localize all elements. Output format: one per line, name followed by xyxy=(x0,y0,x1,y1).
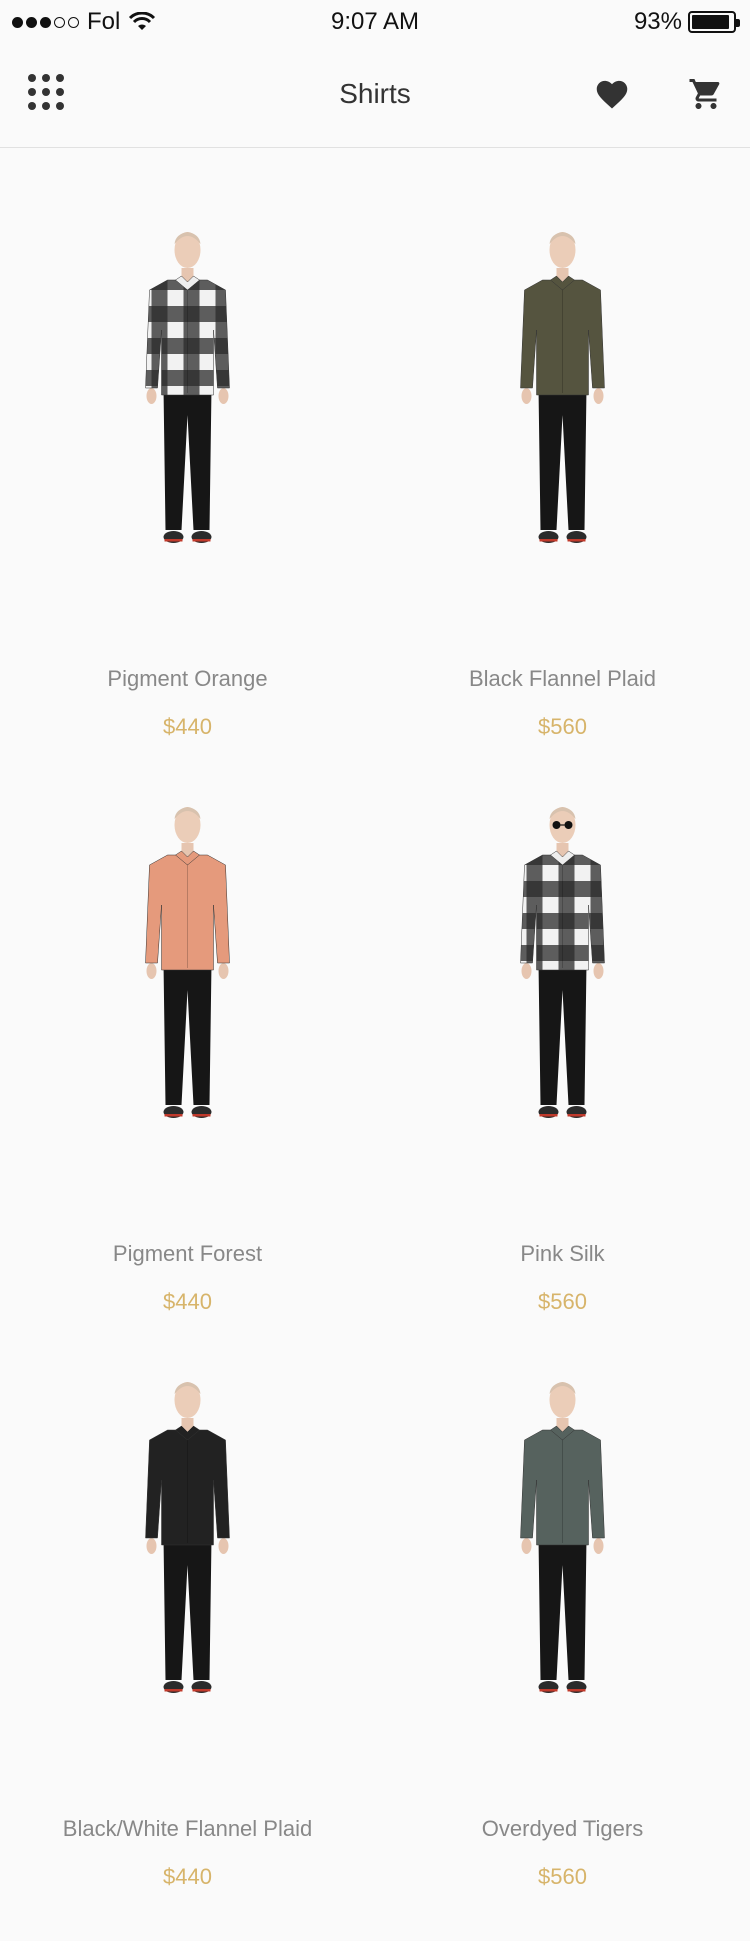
product-card[interactable]: Overdyed Tigers $560 xyxy=(375,1300,750,1889)
model-figure xyxy=(520,1382,605,1693)
model-figure xyxy=(145,1382,230,1693)
product-name: Pigment Forest xyxy=(112,1241,263,1266)
page-title: Shirts xyxy=(339,78,411,109)
model-figure xyxy=(520,232,605,543)
product-card[interactable]: Black Flannel Plaid $560 xyxy=(375,150,750,739)
model-figure xyxy=(520,807,605,1118)
battery-percent: 93% xyxy=(633,8,682,35)
grid-dots-icon[interactable] xyxy=(28,74,64,110)
product-name: Black/White Flannel Plaid xyxy=(62,1816,313,1841)
product-image xyxy=(0,1360,375,1790)
product-card[interactable]: Black/White Flannel Plaid $440 xyxy=(0,1300,375,1889)
status-bar: Fol 9:07 AM 93% xyxy=(0,0,750,40)
product-price: $560 xyxy=(538,1864,587,1889)
product-card[interactable]: Pigment Orange $440 xyxy=(0,150,375,739)
product-image xyxy=(375,210,750,640)
status-right: 93% xyxy=(633,8,740,36)
product-image xyxy=(0,785,375,1215)
product-name: Pigment Orange xyxy=(107,666,268,691)
product-image xyxy=(0,210,375,640)
heart-icon[interactable] xyxy=(594,78,630,110)
product-image xyxy=(375,785,750,1215)
cart-icon[interactable] xyxy=(688,76,724,112)
product-name: Black Flannel Plaid xyxy=(468,666,657,691)
product-card[interactable]: Pigment Forest $440 xyxy=(0,725,375,1314)
product-card[interactable]: Pink Silk $560 xyxy=(375,725,750,1314)
product-image xyxy=(375,1360,750,1790)
model-figure xyxy=(145,232,230,543)
product-name: Pink Silk xyxy=(520,1241,605,1266)
model-figure xyxy=(145,807,230,1118)
nav-bar: Shirts xyxy=(0,40,750,148)
product-price: $440 xyxy=(163,1864,212,1889)
battery-icon xyxy=(688,11,740,33)
product-name: Overdyed Tigers xyxy=(481,1816,644,1841)
